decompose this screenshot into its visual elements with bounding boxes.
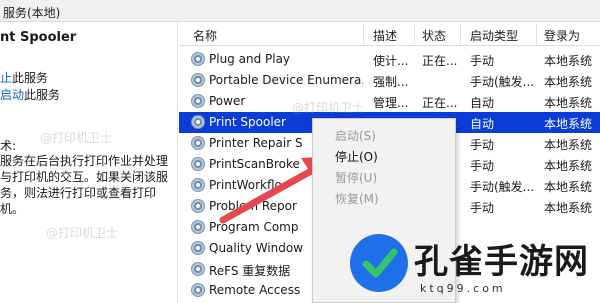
context-menu-start[interactable]: 启动(S) bbox=[335, 127, 376, 144]
stop-service-link[interactable]: 止此服务 bbox=[0, 69, 48, 86]
column-header-logon-as[interactable]: 登录为 bbox=[544, 27, 580, 44]
service-name-cell: Plug and Play bbox=[209, 52, 291, 66]
service-logon-cell: 本地系统 bbox=[544, 180, 593, 194]
brand-name: 孔雀手游网 bbox=[414, 242, 589, 282]
service-logon-cell: 本地系统 bbox=[544, 138, 593, 152]
service-logon-cell: 本地系统 bbox=[544, 75, 593, 89]
service-gear-icon bbox=[191, 52, 205, 66]
column-header-startup-type[interactable]: 启动类型 bbox=[470, 27, 518, 44]
service-gear-icon bbox=[191, 136, 205, 150]
stop-link-suffix: 此服务 bbox=[12, 71, 49, 85]
window-title: 服务(本地) bbox=[3, 6, 61, 20]
restart-link-suffix: 此服务 bbox=[24, 88, 61, 102]
service-gear-icon bbox=[191, 73, 205, 87]
service-logon-cell: 本地系统 bbox=[544, 201, 593, 215]
service-gear-icon bbox=[191, 178, 205, 192]
service-startup-type-cell: 手动 bbox=[470, 138, 495, 152]
service-logon-cell: 本地系统 bbox=[544, 54, 593, 68]
context-menu-stop[interactable]: 停止(O) bbox=[335, 148, 378, 165]
restart-link-text[interactable]: 启动 bbox=[0, 88, 24, 102]
service-gear-icon bbox=[191, 94, 205, 108]
service-gear-icon bbox=[191, 262, 205, 276]
brand-watermark: 孔雀手游网 ktq99.com bbox=[348, 228, 600, 303]
service-description-cell: 强制... bbox=[373, 75, 409, 89]
service-title: nt Spooler bbox=[0, 30, 77, 45]
column-separator[interactable] bbox=[460, 24, 461, 44]
service-startup-type-cell: 手动 bbox=[470, 159, 495, 173]
service-gear-icon bbox=[191, 115, 205, 129]
service-detail-panel: nt Spooler 止此服务 启动此服务 术: 服务在后台执行打印作业并处理与… bbox=[0, 22, 178, 303]
service-gear-icon bbox=[191, 220, 205, 234]
service-startup-type-cell: 自动 bbox=[470, 117, 495, 131]
service-logon-cell: 本地系统 bbox=[544, 117, 593, 131]
table-row[interactable]: Power 管理... 正在... 自动 本地系统 bbox=[179, 91, 600, 112]
column-header-description[interactable]: 描述 bbox=[373, 27, 397, 44]
service-startup-type-cell: 手动 bbox=[470, 201, 495, 215]
context-menu-pause[interactable]: 暂停(U) bbox=[335, 169, 377, 186]
context-menu-resume[interactable]: 恢复(M) bbox=[335, 190, 379, 207]
description-label: 术: bbox=[0, 139, 17, 153]
service-startup-type-cell: 手动(触发... bbox=[470, 180, 535, 194]
column-separator[interactable] bbox=[363, 24, 364, 44]
brand-logo-icon bbox=[350, 234, 408, 292]
service-gear-icon bbox=[191, 241, 205, 255]
service-startup-type-cell: 自动 bbox=[470, 96, 495, 110]
service-startup-type-cell: 手动 bbox=[470, 54, 495, 68]
restart-service-link[interactable]: 启动此服务 bbox=[0, 86, 60, 103]
column-separator[interactable] bbox=[536, 24, 537, 44]
service-description-cell: 管理... bbox=[373, 96, 409, 110]
service-description: 服务在后台执行打印作业并处理与打印机的交互。如果关闭该服务，则法进行打印或查看打… bbox=[0, 154, 169, 216]
service-status-cell: 正在... bbox=[422, 96, 458, 110]
service-description-cell: 使计... bbox=[373, 54, 409, 68]
table-row[interactable]: Plug and Play 使计... 正在... 手动 本地系统 bbox=[179, 49, 600, 70]
service-gear-icon bbox=[191, 283, 205, 297]
window-title-bar: 服务(本地) bbox=[0, 0, 600, 22]
table-row[interactable]: Portable Device Enumera... 强制... 手动(触发... 本… bbox=[179, 70, 600, 91]
column-header-row: 名称 描述 状态 启动类型 登录为 bbox=[179, 22, 600, 46]
brand-url: ktq99.com bbox=[420, 282, 506, 295]
service-gear-icon bbox=[191, 199, 205, 213]
service-startup-type-cell: 手动(触发... bbox=[470, 75, 535, 89]
column-separator[interactable] bbox=[414, 24, 415, 44]
column-header-name[interactable]: 名称 bbox=[193, 27, 217, 44]
stop-link-text[interactable]: 止 bbox=[0, 71, 12, 85]
service-status-cell: 正在... bbox=[422, 54, 458, 68]
column-header-status[interactable]: 状态 bbox=[422, 27, 446, 44]
service-gear-icon bbox=[191, 157, 205, 171]
service-name-cell: Portable Device Enumera... bbox=[209, 73, 363, 87]
service-logon-cell: 本地系统 bbox=[544, 159, 593, 173]
service-logon-cell: 本地系统 bbox=[544, 96, 593, 110]
service-name-cell: Power bbox=[209, 94, 246, 108]
